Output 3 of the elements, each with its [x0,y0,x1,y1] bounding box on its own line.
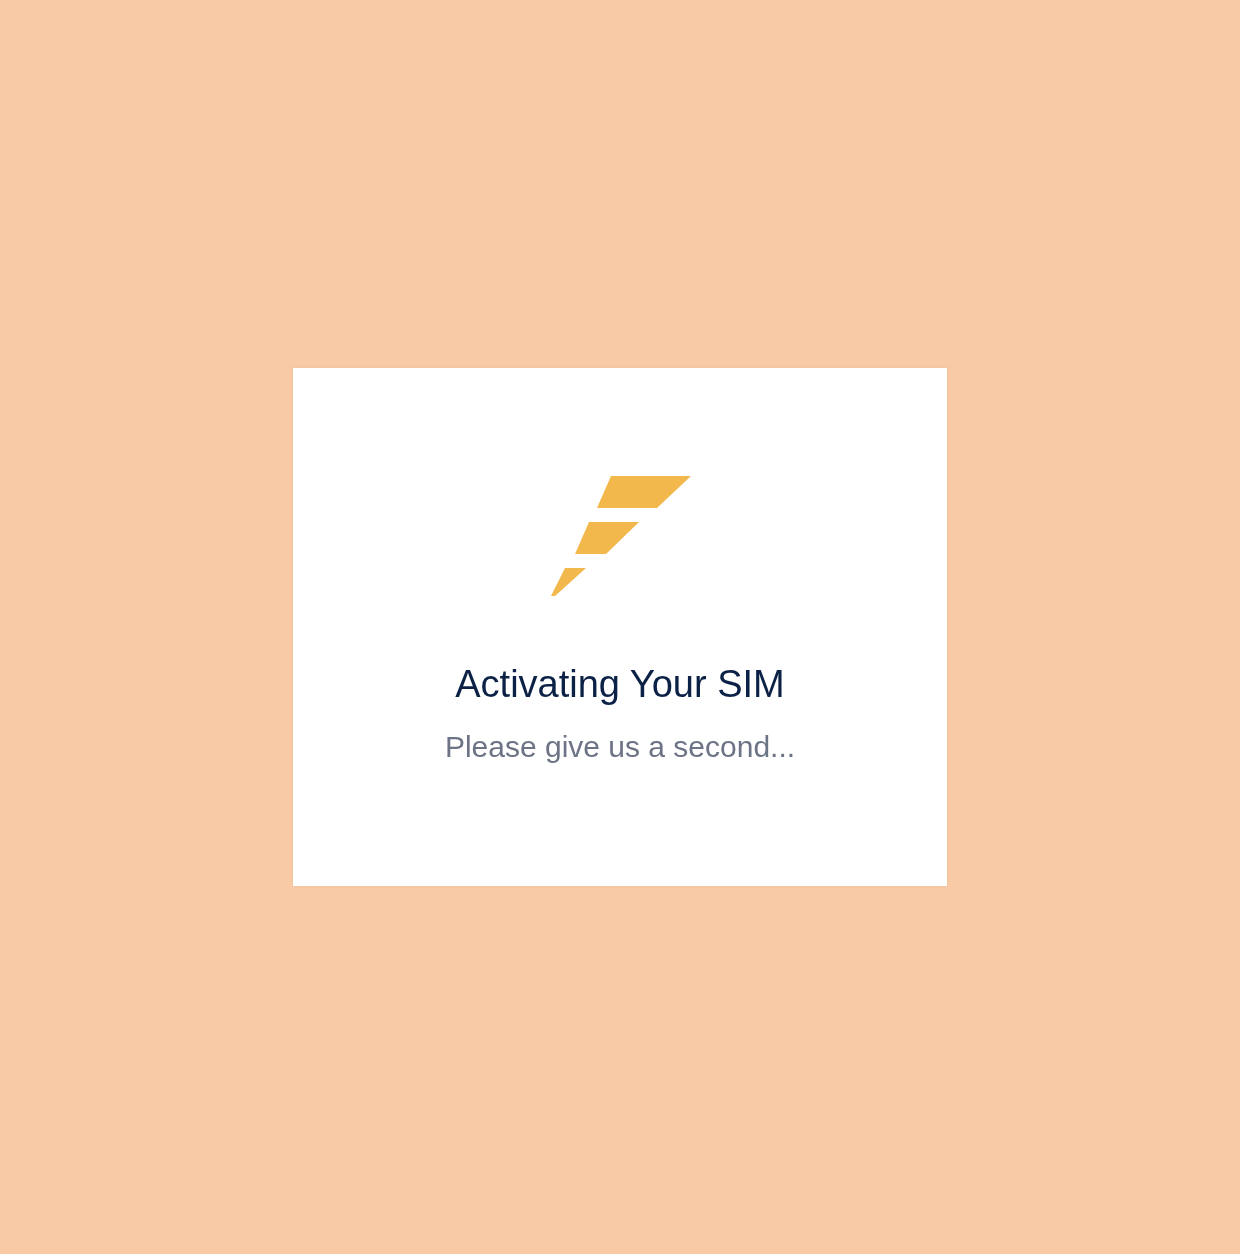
dialog-title: Activating Your SIM [455,662,785,707]
loading-message: Please give us a second... [444,729,796,765]
logo-icon [551,476,691,597]
